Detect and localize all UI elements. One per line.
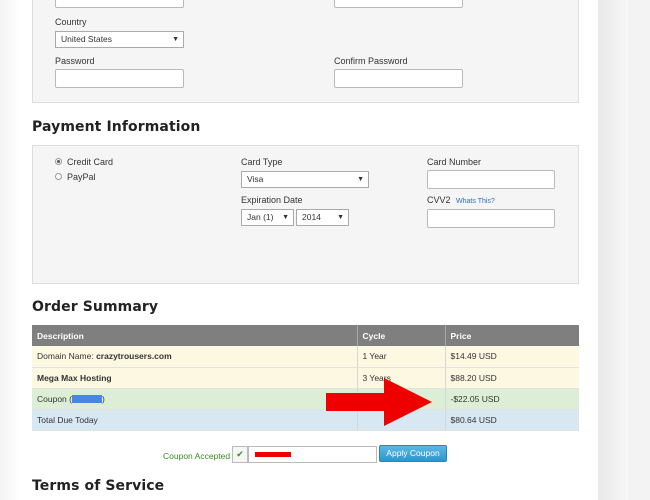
payment-information-heading: Payment Information	[32, 119, 201, 135]
hosting-price-cell: $88.20 USD	[445, 367, 579, 389]
check-icon: ✔	[232, 446, 248, 463]
coupon-accepted-label: Coupon Accepted	[163, 451, 231, 461]
payment-panel: Credit Card PayPal Card Type Visa ▼ Expi…	[32, 145, 579, 284]
cvv-label-text: CVV2	[427, 195, 451, 205]
password-label: Password	[55, 56, 95, 66]
expiration-year-select[interactable]: 2014 ▼	[296, 209, 349, 226]
annotation-arrow-icon	[326, 378, 432, 426]
domain-cycle-cell: 1 Year	[357, 346, 446, 368]
total-description-cell: Total Due Today	[32, 409, 358, 431]
paypal-radio[interactable]	[55, 173, 62, 180]
redacted-coupon-code	[71, 395, 102, 404]
country-select[interactable]: United States ▼	[55, 31, 184, 48]
domain-price-cell: $14.49 USD	[445, 346, 579, 368]
whats-this-link[interactable]: Whats This?	[456, 198, 495, 205]
table-row-coupon: Coupon () -$22.05 USD	[32, 388, 579, 410]
cvv-input[interactable]	[427, 209, 555, 228]
credit-card-radio[interactable]	[55, 158, 62, 165]
expiration-month-value: Jan (1)	[247, 212, 274, 222]
card-number-input[interactable]	[427, 170, 555, 189]
order-summary-heading: Order Summary	[32, 299, 159, 315]
account-details-panel: Country United States ▼ Password Confirm…	[32, 0, 579, 103]
card-type-value: Visa	[247, 174, 264, 184]
expiration-date-label: Expiration Date	[241, 195, 303, 205]
redacted-coupon-input	[255, 452, 291, 457]
confirm-password-input[interactable]	[334, 69, 463, 88]
chevron-down-icon: ▼	[282, 214, 289, 221]
table-header-row: Description Cycle Price	[32, 325, 579, 346]
table-row-hosting: Mega Max Hosting 3 Years $88.20 USD	[32, 367, 579, 389]
coupon-description-cell: Coupon ()	[32, 388, 358, 410]
coupon-price-cell: -$22.05 USD	[445, 388, 579, 410]
column-header-cycle: Cycle	[357, 325, 446, 346]
page-background-right	[628, 0, 650, 500]
hosting-description-cell: Mega Max Hosting	[32, 367, 358, 389]
expiration-year-value: 2014	[302, 212, 321, 222]
domain-value: crazytrousers.com	[96, 351, 172, 362]
coupon-label-end: )	[101, 393, 105, 404]
page-shadow-right	[598, 0, 628, 500]
table-row-domain: Domain Name: crazytrousers.com 1 Year $1…	[32, 346, 579, 368]
cvv-label: CVV2 Whats This?	[427, 195, 495, 205]
chevron-down-icon: ▼	[357, 176, 364, 183]
password-input[interactable]	[55, 69, 184, 88]
card-type-label: Card Type	[241, 157, 283, 167]
chevron-down-icon: ▼	[337, 214, 344, 221]
domain-description-cell: Domain Name: crazytrousers.com	[32, 346, 358, 368]
column-header-price: Price	[445, 325, 579, 346]
table-row-total: Total Due Today $80.64 USD	[32, 409, 579, 431]
previous-field-input[interactable]	[55, 0, 184, 8]
previous-field-input-right[interactable]	[334, 0, 463, 8]
card-number-label: Card Number	[427, 157, 482, 167]
total-price-cell: $80.64 USD	[445, 409, 579, 431]
paypal-label[interactable]: PayPal	[67, 172, 96, 182]
coupon-code-input[interactable]	[248, 446, 377, 463]
annotation-arrow-shape	[326, 378, 432, 426]
chevron-down-icon: ▼	[172, 36, 179, 43]
apply-coupon-button[interactable]: Apply Coupon	[379, 445, 447, 462]
country-value: United States	[61, 34, 113, 44]
coupon-label: Coupon (	[37, 393, 72, 404]
credit-card-label[interactable]: Credit Card	[67, 157, 113, 167]
confirm-password-label: Confirm Password	[334, 56, 408, 66]
terms-of-service-heading: Terms of Service	[32, 478, 165, 494]
country-label: Country	[55, 17, 87, 27]
order-summary-table: Description Cycle Price Domain Name: cra…	[32, 325, 579, 431]
expiration-month-select[interactable]: Jan (1) ▼	[241, 209, 294, 226]
page-background-left	[0, 0, 20, 500]
domain-label: Domain Name:	[37, 351, 97, 362]
column-header-description: Description	[32, 325, 358, 346]
card-type-select[interactable]: Visa ▼	[241, 171, 369, 188]
